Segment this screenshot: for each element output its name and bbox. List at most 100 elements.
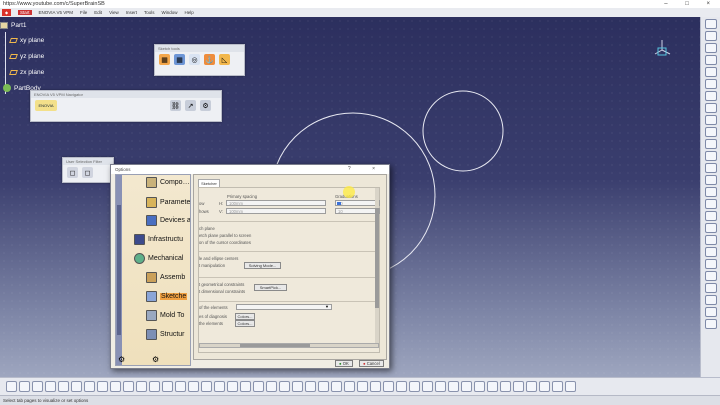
- zoom-out-icon[interactable]: [214, 381, 225, 392]
- horizontal-scrollbar[interactable]: [199, 343, 379, 348]
- menu-file[interactable]: File: [80, 10, 87, 15]
- vertical-scroll-thumb[interactable]: [375, 208, 379, 308]
- tree-node-part[interactable]: Part1: [0, 22, 27, 29]
- menu-help[interactable]: Help: [185, 10, 194, 15]
- exit-icon[interactable]: [565, 381, 576, 392]
- normal-view-icon[interactable]: [227, 381, 238, 392]
- snap-icon[interactable]: ▦: [174, 54, 185, 65]
- menu-window[interactable]: Window: [162, 10, 178, 15]
- elements-colors-button[interactable]: Colors...: [235, 320, 255, 327]
- tree-node-zx-plane[interactable]: zx plane: [9, 69, 44, 76]
- category-scroll-thumb[interactable]: [117, 205, 121, 335]
- category-compatibility[interactable]: Compo…: [146, 177, 190, 188]
- help-icon[interactable]: [123, 381, 134, 392]
- solving-mode-button[interactable]: Solving Mode...: [244, 262, 281, 269]
- fit-all-icon[interactable]: [162, 381, 173, 392]
- analysis-icon[interactable]: [539, 381, 550, 392]
- primary-spacing-v-input[interactable]: 100mm: [226, 208, 326, 214]
- primary-spacing-h-input[interactable]: 100mm: [226, 200, 326, 206]
- pattern-icon[interactable]: [487, 381, 498, 392]
- pad-icon[interactable]: [344, 381, 355, 392]
- translate-tool-icon[interactable]: [704, 235, 717, 245]
- enovia-navigator-toolbar[interactable]: ENOVIA V5 VPM Navigator ENOVIA ⛓ ↗ ⚙: [30, 90, 222, 122]
- chamfer-icon[interactable]: [435, 381, 446, 392]
- rotate-tool-icon[interactable]: [704, 247, 717, 257]
- element-color-select[interactable]: ▼: [236, 304, 332, 310]
- window-controls[interactable]: – □ ×: [664, 0, 718, 8]
- category-assembly[interactable]: Assemb: [146, 272, 185, 283]
- spline-tool-icon[interactable]: [704, 67, 717, 77]
- conic-tool-icon[interactable]: [704, 79, 717, 89]
- project-tool-icon[interactable]: [704, 199, 717, 209]
- rectangle-tool-icon[interactable]: [704, 91, 717, 101]
- shading-icon[interactable]: [253, 381, 264, 392]
- ok-button[interactable]: ● OK: [335, 360, 353, 367]
- measure-icon[interactable]: [292, 381, 303, 392]
- hide-show-icon[interactable]: [266, 381, 277, 392]
- groove-icon[interactable]: [383, 381, 394, 392]
- mirror-tool-icon[interactable]: [704, 187, 717, 197]
- open-icon[interactable]: [19, 381, 30, 392]
- category-infrastructure[interactable]: Infrastructu: [134, 234, 183, 245]
- point-tool-icon[interactable]: [704, 103, 717, 113]
- tab-sketcher[interactable]: Sketcher: [198, 179, 220, 187]
- category-mechanical[interactable]: Mechanical: [134, 253, 183, 264]
- rib-icon[interactable]: [409, 381, 420, 392]
- geometric-constraint-icon[interactable]: ⚓: [204, 54, 215, 65]
- update-icon[interactable]: [318, 381, 329, 392]
- options-category-tree[interactable]: Compo… Paramete Devices a Infrastructu M…: [115, 174, 191, 366]
- catalog-icon[interactable]: [552, 381, 563, 392]
- sketcher-tool-icon[interactable]: [704, 19, 717, 29]
- print-icon[interactable]: [45, 381, 56, 392]
- menu-start[interactable]: Start: [18, 10, 32, 15]
- iso-view-icon[interactable]: [240, 381, 251, 392]
- filter-2-icon[interactable]: ◻: [82, 167, 93, 178]
- sketch-tools-toolbar[interactable]: Sketch tools ▦ ▦ ◎ ⚓ ◺: [154, 44, 245, 76]
- fillet-icon[interactable]: [422, 381, 433, 392]
- copy-icon[interactable]: [71, 381, 82, 392]
- diagnosis-colors-button[interactable]: Colors...: [235, 313, 255, 320]
- line-tool-icon[interactable]: [704, 43, 717, 53]
- enovia-tool-3-icon[interactable]: ⚙: [200, 100, 211, 111]
- ellipse-tool-icon[interactable]: [704, 271, 717, 281]
- category-scrollbar[interactable]: [116, 175, 122, 365]
- constraint-tool-icon[interactable]: [704, 127, 717, 137]
- new-icon[interactable]: [6, 381, 17, 392]
- cut-icon[interactable]: [58, 381, 69, 392]
- filter-icon[interactable]: ◻: [67, 167, 78, 178]
- body-icon[interactable]: [526, 381, 537, 392]
- menu-tools[interactable]: Tools: [144, 10, 155, 15]
- redo-icon[interactable]: [110, 381, 121, 392]
- axis-tool-icon[interactable]: [704, 115, 717, 125]
- chamfer-tool-icon[interactable]: [704, 163, 717, 173]
- enovia-tool-1-icon[interactable]: ⛓: [170, 100, 181, 111]
- menu-enovia[interactable]: ENOVIA V5 VPM: [39, 10, 74, 15]
- swap-visible-icon[interactable]: [279, 381, 290, 392]
- graduations-h-input[interactable]: 10: [335, 200, 380, 206]
- category-sketcher[interactable]: Sketche: [146, 291, 188, 302]
- enovia-tool-2-icon[interactable]: ↗: [185, 100, 196, 111]
- offset-tool-icon[interactable]: [704, 223, 717, 233]
- grid-icon[interactable]: ▦: [159, 54, 170, 65]
- mirror-icon[interactable]: [500, 381, 511, 392]
- dimensional-constraint-icon[interactable]: ◺: [219, 54, 230, 65]
- tree-node-xy-plane[interactable]: xy plane: [9, 37, 44, 44]
- graduations-v-input[interactable]: 10: [335, 208, 380, 214]
- category-structure[interactable]: Structur: [146, 329, 185, 340]
- thickness-icon[interactable]: [474, 381, 485, 392]
- shell-icon[interactable]: [461, 381, 472, 392]
- trim-tool-icon[interactable]: [704, 175, 717, 185]
- scale-tool-icon[interactable]: [704, 259, 717, 269]
- shaft-icon[interactable]: [370, 381, 381, 392]
- fly-mode-icon[interactable]: [149, 381, 160, 392]
- menu-edit[interactable]: Edit: [94, 10, 102, 15]
- category-devices[interactable]: Devices a: [146, 215, 190, 226]
- pocket-icon[interactable]: [357, 381, 368, 392]
- horizontal-scroll-thumb[interactable]: [240, 344, 310, 347]
- construction-icon[interactable]: ◎: [189, 54, 200, 65]
- category-parameters[interactable]: Paramete: [146, 197, 190, 208]
- cancel-button[interactable]: ● Cancel: [359, 360, 384, 367]
- select-icon[interactable]: [136, 381, 147, 392]
- category-mold-tooling[interactable]: Mold To: [146, 310, 184, 321]
- vertical-scrollbar[interactable]: [375, 188, 379, 343]
